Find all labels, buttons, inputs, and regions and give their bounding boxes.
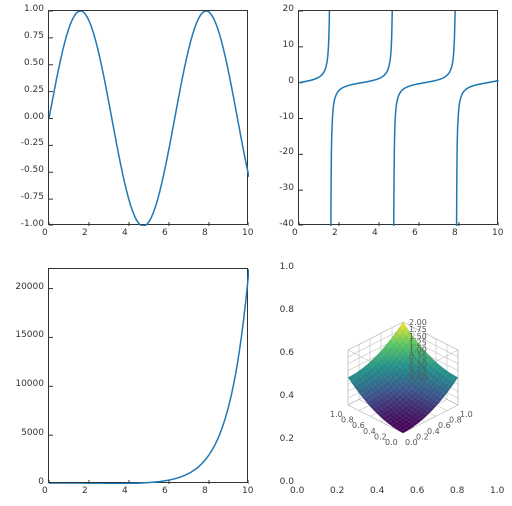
panel-sine	[48, 10, 248, 225]
svg-text:0.4: 0.4	[363, 427, 376, 436]
panel-surface: 0.000.250.500.751.001.251.501.752.000.00…	[298, 268, 498, 483]
svg-text:1.0: 1.0	[460, 410, 473, 419]
panel-exp	[48, 268, 248, 483]
sine-plot	[49, 11, 249, 226]
svg-text:0.2: 0.2	[374, 432, 387, 441]
svg-text:0.6: 0.6	[352, 421, 365, 430]
exp-plot	[49, 269, 249, 484]
panel-tan	[298, 10, 498, 225]
surface-plot: 0.000.250.500.751.001.251.501.752.000.00…	[298, 268, 498, 483]
svg-text:1.0: 1.0	[330, 410, 343, 419]
tan-plot	[299, 11, 499, 226]
svg-text:0.8: 0.8	[341, 416, 354, 425]
svg-text:0.0: 0.0	[385, 438, 398, 447]
figure-grid: -1.00-0.75-0.50-0.250.000.250.500.751.00…	[0, 0, 512, 506]
svg-text:2.00: 2.00	[409, 318, 427, 327]
